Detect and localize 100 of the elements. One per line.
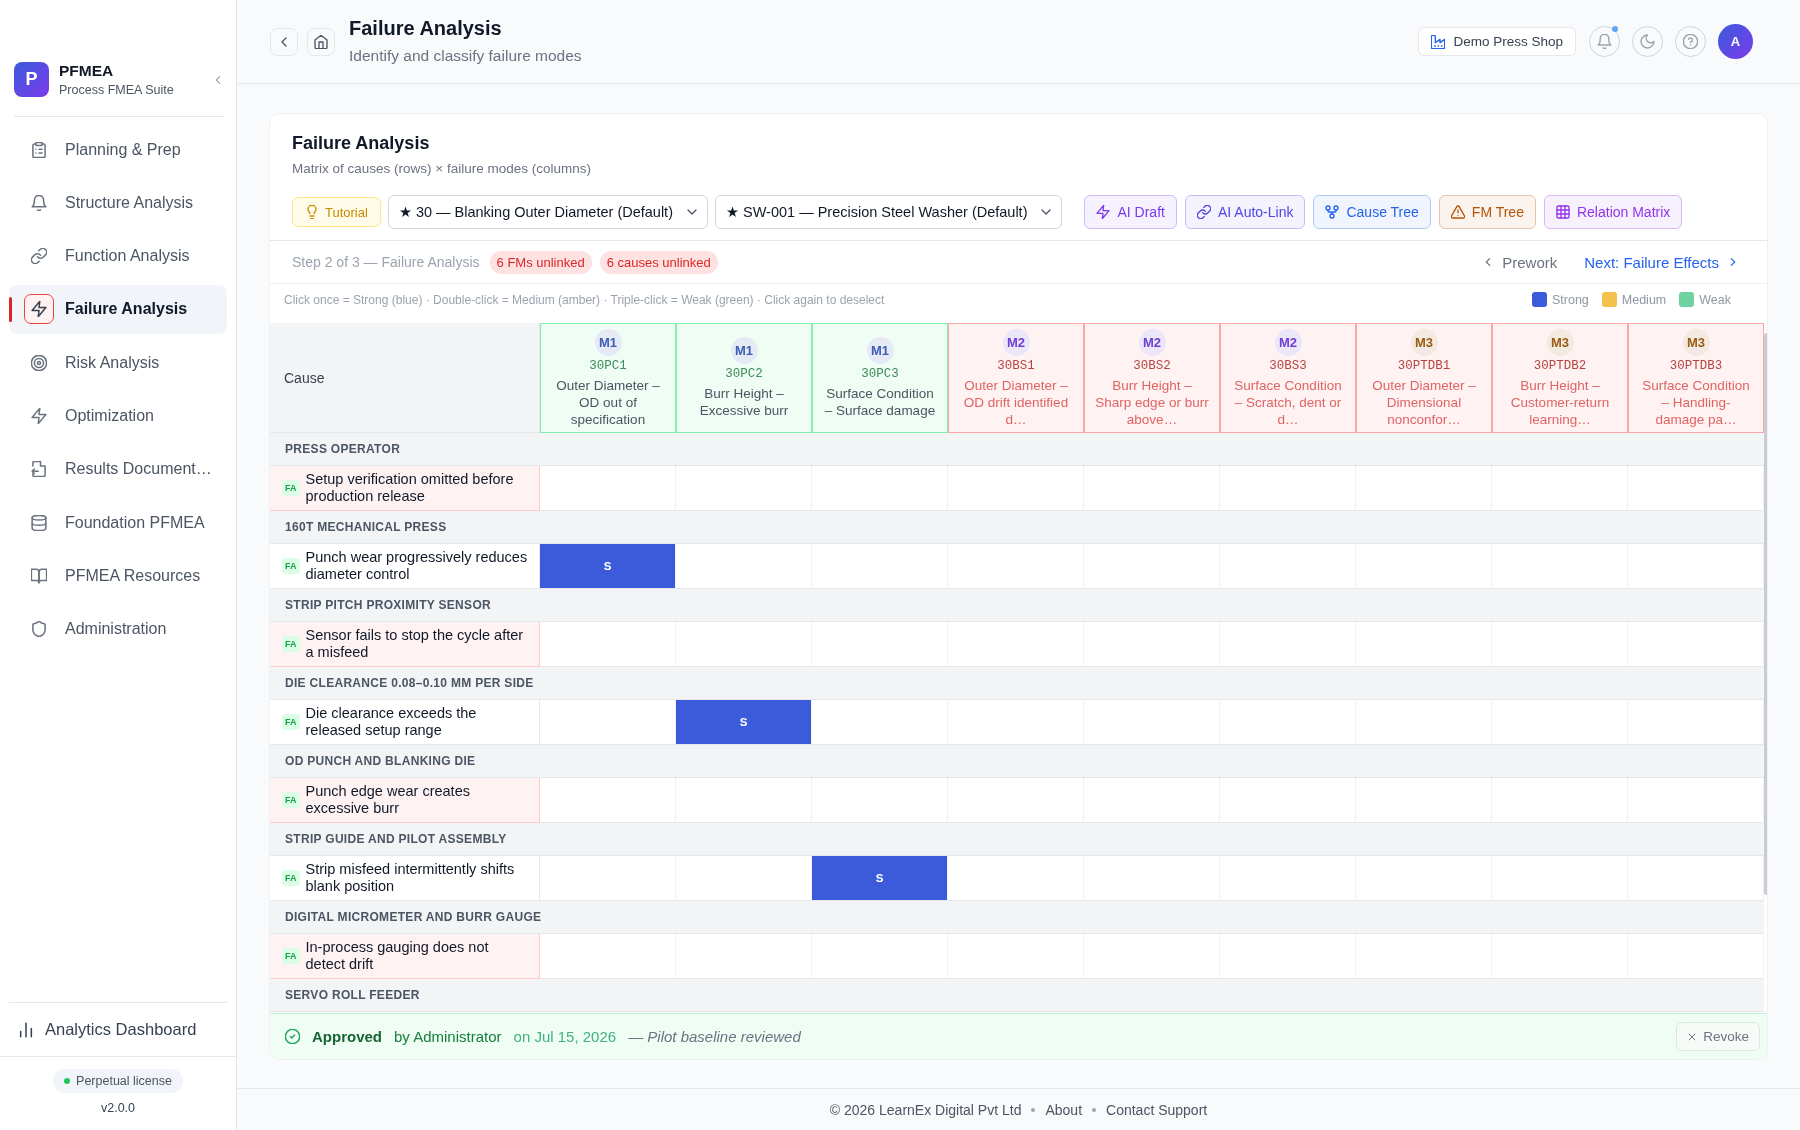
- matrix-cell[interactable]: [1220, 466, 1356, 511]
- matrix-cell[interactable]: [812, 544, 948, 589]
- matrix-cell[interactable]: [676, 544, 812, 589]
- group-header: OD PUNCH AND BLANKING DIE: [270, 745, 1764, 778]
- matrix-cell[interactable]: S: [812, 856, 948, 901]
- nav-item[interactable]: Foundation PFMEA: [9, 498, 227, 548]
- matrix-cell[interactable]: [1356, 544, 1492, 589]
- level-badge: M2: [1274, 328, 1302, 356]
- workspace-button[interactable]: Demo Press Shop: [1418, 27, 1576, 56]
- toolbar-button[interactable]: AI Auto-Link: [1184, 195, 1306, 229]
- home-button[interactable]: [307, 27, 335, 56]
- matrix-cell[interactable]: [1492, 700, 1628, 745]
- matrix-cell[interactable]: [948, 700, 1084, 745]
- matrix-cell[interactable]: [948, 778, 1084, 823]
- nav-item[interactable]: Function Analysis: [9, 231, 227, 281]
- nav-item[interactable]: Risk Analysis: [9, 338, 227, 388]
- matrix-cell[interactable]: [540, 934, 676, 979]
- matrix-cell[interactable]: [1492, 466, 1628, 511]
- matrix-cell[interactable]: [1356, 934, 1492, 979]
- toolbar-button[interactable]: Relation Matrix: [1543, 195, 1683, 229]
- matrix-cell[interactable]: S: [540, 544, 676, 589]
- avatar[interactable]: A: [1718, 24, 1753, 59]
- database-icon: [31, 514, 47, 531]
- matrix-cell[interactable]: [676, 856, 812, 901]
- matrix-cell[interactable]: [812, 778, 948, 823]
- matrix-cell[interactable]: [676, 466, 812, 511]
- matrix-cell[interactable]: [540, 700, 676, 745]
- matrix-cell[interactable]: [1628, 934, 1764, 979]
- matrix-cell[interactable]: [1492, 778, 1628, 823]
- matrix-cell[interactable]: S: [676, 700, 812, 745]
- matrix-cell[interactable]: [948, 934, 1084, 979]
- matrix-cell[interactable]: [1492, 934, 1628, 979]
- fm-code: 30BS3: [1268, 358, 1308, 374]
- toolbar-button[interactable]: FM Tree: [1438, 195, 1536, 229]
- matrix-cell[interactable]: [540, 778, 676, 823]
- dropdown[interactable]: ★ SW-001 — Precision Steel Washer (Default): [715, 195, 1063, 229]
- nav-item[interactable]: Failure Analysis: [9, 284, 227, 334]
- matrix-cell[interactable]: [1356, 778, 1492, 823]
- matrix-cell[interactable]: [1356, 700, 1492, 745]
- matrix-cell[interactable]: [1628, 544, 1764, 589]
- matrix-cell[interactable]: [1628, 466, 1764, 511]
- matrix-cell[interactable]: [1084, 856, 1220, 901]
- matrix-cell[interactable]: [1356, 466, 1492, 511]
- prev-link[interactable]: Prework: [1482, 253, 1558, 271]
- fm-code: 30BS1: [996, 358, 1036, 374]
- matrix-cell[interactable]: [948, 856, 1084, 901]
- next-link[interactable]: Next: Failure Effects: [1584, 253, 1739, 271]
- matrix-cell[interactable]: [1084, 466, 1220, 511]
- dropdown[interactable]: ★ 30 — Blanking Outer Diameter (Default): [387, 195, 708, 229]
- matrix-cell[interactable]: [948, 466, 1084, 511]
- file-arrow-icon: [31, 461, 47, 478]
- matrix-cell[interactable]: [812, 700, 948, 745]
- matrix-cell[interactable]: [948, 544, 1084, 589]
- matrix-cell[interactable]: [540, 622, 676, 667]
- matrix-cell[interactable]: [1356, 622, 1492, 667]
- matrix-cell[interactable]: [540, 856, 676, 901]
- nav-item[interactable]: Structure Analysis: [9, 178, 227, 228]
- matrix-cell[interactable]: [1492, 544, 1628, 589]
- nav-item[interactable]: Results Document…: [9, 444, 227, 494]
- footer-link[interactable]: Contact Support: [1106, 1101, 1208, 1118]
- nav-item[interactable]: Optimization: [9, 391, 227, 441]
- revoke-button[interactable]: Revoke: [1676, 1022, 1760, 1051]
- matrix-cell[interactable]: [1220, 856, 1356, 901]
- matrix-cell[interactable]: [540, 466, 676, 511]
- shield-icon: [31, 621, 47, 638]
- matrix-cell[interactable]: [1356, 856, 1492, 901]
- matrix-cell[interactable]: [676, 622, 812, 667]
- matrix-cell[interactable]: [812, 934, 948, 979]
- matrix-cell[interactable]: [1220, 778, 1356, 823]
- matrix-cell[interactable]: [1220, 934, 1356, 979]
- matrix-cell[interactable]: [1084, 934, 1220, 979]
- matrix-cell[interactable]: [812, 622, 948, 667]
- matrix-cell[interactable]: [676, 934, 812, 979]
- matrix-cell[interactable]: [1628, 778, 1764, 823]
- bulb-icon: [305, 205, 319, 219]
- matrix-cell[interactable]: [1628, 856, 1764, 901]
- matrix-cell[interactable]: [676, 778, 812, 823]
- matrix-cell[interactable]: [948, 622, 1084, 667]
- nav-item[interactable]: Planning & Prep: [9, 125, 227, 174]
- matrix-cell[interactable]: [1628, 700, 1764, 745]
- level-badge: M1: [730, 337, 758, 364]
- back-button[interactable]: [270, 27, 298, 56]
- lightning-icon: [24, 294, 54, 325]
- analytics-link[interactable]: Analytics Dashboard: [9, 1020, 197, 1039]
- footer-link[interactable]: About: [1045, 1101, 1083, 1118]
- matrix-cell[interactable]: [1492, 856, 1628, 901]
- matrix-cell[interactable]: [1084, 622, 1220, 667]
- matrix-cell[interactable]: [1220, 700, 1356, 745]
- matrix-cell[interactable]: [1084, 778, 1220, 823]
- matrix-cell[interactable]: [1084, 700, 1220, 745]
- matrix-cell[interactable]: [1084, 544, 1220, 589]
- nav-item[interactable]: Administration: [9, 604, 227, 654]
- toolbar-button[interactable]: Cause Tree: [1313, 195, 1431, 229]
- toolbar-button[interactable]: AI Draft: [1084, 195, 1177, 229]
- matrix-cell[interactable]: [812, 466, 948, 511]
- matrix-cell[interactable]: [1492, 622, 1628, 667]
- matrix-cell[interactable]: [1220, 622, 1356, 667]
- nav-item[interactable]: PFMEA Resources: [9, 551, 227, 601]
- matrix-cell[interactable]: [1628, 622, 1764, 667]
- matrix-cell[interactable]: [1220, 544, 1356, 589]
